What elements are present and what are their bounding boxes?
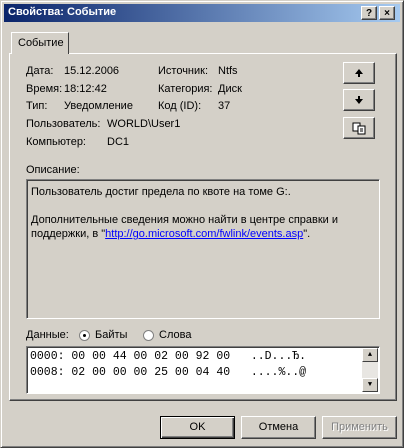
category-label: Категория: [158,83,213,95]
source-label: Источник: [158,65,209,77]
time-label: Время: [26,83,63,95]
description-line-2: Дополнительные сведения можно найти в це… [31,214,339,240]
scroll-down-arrow-icon[interactable]: ▼ [362,378,378,392]
next-event-button[interactable] [343,89,375,111]
category-value: Диск [218,83,242,95]
title-bar: Свойства: Событие ? × [4,4,400,22]
arrow-up-icon [355,69,363,77]
code-label: Код (ID): [158,100,202,112]
scroll-up-arrow-icon[interactable]: ▲ [362,348,378,362]
cancel-button[interactable]: Отмена [241,416,316,439]
bytes-radio-label[interactable]: Байты [95,329,127,341]
close-button[interactable]: × [379,6,395,20]
date-value: 15.12.2006 [64,65,120,77]
computer-value: DC1 [107,136,130,148]
user-value: WORLD\User1 [107,118,181,130]
data-box[interactable]: 0000: 00 00 44 00 02 00 92 00 ..D...Ђ. 0… [26,346,380,394]
date-label: Дата: [26,65,54,77]
tab-event[interactable]: Событие [11,32,69,54]
user-label: Пользователь: [26,118,101,130]
data-label: Данные: [26,329,69,341]
description-label: Описание: [26,164,80,176]
data-row: 0008: 02 00 00 00 25 00 04 40 ....%..@ [30,366,307,379]
help-button[interactable]: ? [361,6,377,20]
type-value: Уведомление [64,100,133,112]
previous-event-button[interactable] [343,62,375,84]
window-title: Свойства: Событие [8,6,117,18]
type-label: Тип: [26,100,48,112]
computer-label: Компьютер: [26,136,86,148]
time-value: 18:12:42 [64,83,107,95]
ok-button[interactable]: OK [160,416,235,439]
code-value: 37 [218,100,231,112]
copy-icon [352,122,366,135]
words-radio[interactable] [143,330,154,341]
words-radio-label[interactable]: Слова [159,329,191,341]
copy-button[interactable] [343,117,375,139]
tab-event-label: Событие [18,37,64,49]
data-row: 0000: 00 00 44 00 02 00 92 00 ..D...Ђ. [30,350,307,363]
description-line-1: Пользователь достиг предела по квоте на … [31,186,291,198]
properties-dialog: Свойства: Событие ? × Событие Дата: 15.1… [0,0,404,448]
description-box[interactable]: Пользователь достиг предела по квоте на … [26,179,380,319]
source-value: Ntfs [218,65,238,77]
arrow-down-icon [355,96,363,104]
bytes-radio[interactable] [79,330,90,341]
apply-button[interactable]: Применить [322,416,397,439]
data-scrollbar[interactable]: ▲ ▼ [362,348,378,392]
help-link[interactable]: http://go.microsoft.com/fwlink/events.as… [105,228,303,240]
